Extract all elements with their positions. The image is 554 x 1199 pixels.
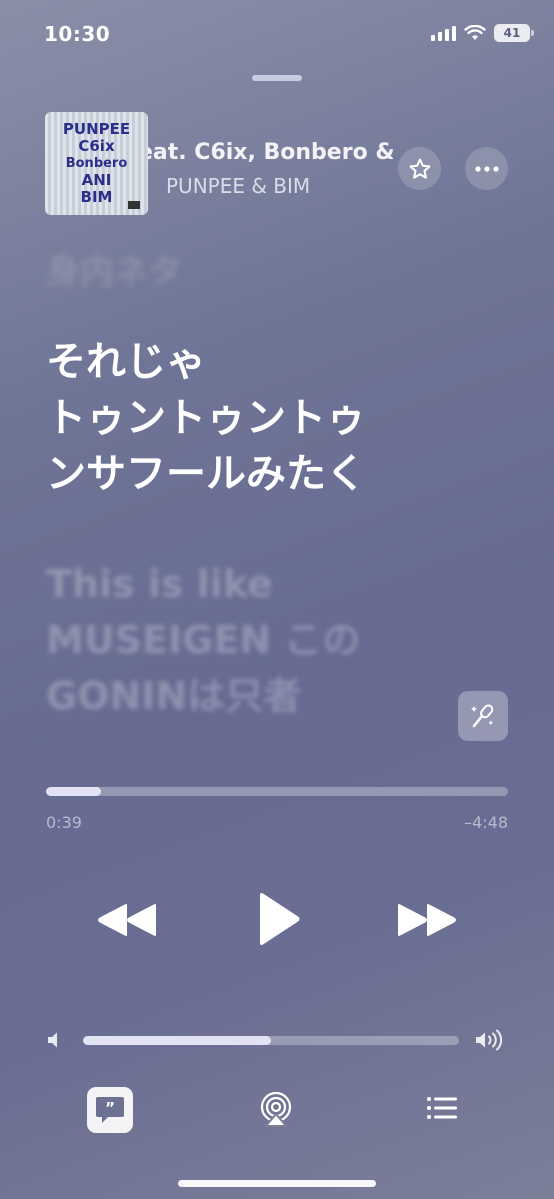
forward-icon [398, 904, 456, 936]
ellipsis-icon [474, 165, 499, 172]
artwork-text-line: PUNPEE [62, 120, 131, 138]
speaker-high-icon [476, 1029, 503, 1051]
elapsed-time: 0:39 [46, 813, 82, 832]
song-artist[interactable]: PUNPEE & BIM [166, 174, 310, 198]
airplay-button[interactable] [256, 1089, 296, 1129]
lyric-line: トゥントゥントゥ [46, 395, 366, 441]
artwork-text-line: ANI [81, 171, 112, 189]
parental-advisory-label [128, 201, 140, 209]
artwork-text-line: C6ix [78, 137, 115, 155]
next-lyric[interactable]: This is like MUSEIGEN この GONINは只者 [46, 556, 516, 724]
artwork-text-line: BIM [80, 188, 113, 206]
sheet-grabber[interactable] [252, 75, 302, 81]
lyric-line: MUSEIGEN この [46, 618, 361, 662]
svg-text:”: ” [105, 1099, 115, 1117]
wifi-icon [464, 25, 486, 40]
home-indicator[interactable] [178, 1180, 376, 1187]
artwork-text-line: Bonbero [65, 156, 128, 171]
playback-scrubber[interactable] [46, 787, 508, 796]
previous-lyric-line[interactable]: 身内ネタ [46, 244, 182, 293]
volume-slider[interactable] [83, 1036, 459, 1045]
list-icon [427, 1097, 457, 1119]
rewind-button[interactable] [92, 893, 162, 947]
lyrics-quote-icon: ” [96, 1097, 124, 1123]
status-icons: 41 [431, 24, 534, 42]
star-icon [409, 158, 430, 179]
album-artwork[interactable]: PUNPEE C6ix Bonbero ANI BIM [45, 112, 148, 215]
remaining-time: –4:48 [464, 813, 508, 832]
forward-button[interactable] [392, 893, 462, 947]
queue-button[interactable] [424, 1093, 460, 1123]
play-button[interactable] [248, 886, 308, 952]
rewind-icon [98, 904, 156, 936]
battery-icon: 41 [494, 24, 534, 42]
lyric-line: ンサフールみたく [46, 451, 366, 497]
favorite-button[interactable] [398, 147, 441, 190]
sing-button[interactable] [458, 691, 508, 741]
status-time: 10:30 [44, 22, 111, 46]
song-title-text: eat. C6ix, Bonbero & [148, 140, 393, 165]
play-icon [260, 893, 300, 945]
current-lyric[interactable]: それじゃ トゥントゥントゥ ンサフールみたく [46, 334, 516, 502]
more-button[interactable] [465, 147, 508, 190]
lyric-line: This is like [46, 562, 273, 606]
lyrics-button[interactable]: ” [87, 1087, 133, 1133]
song-title: eat. C6ix, Bonbero & [148, 140, 393, 165]
airplay-icon [260, 1091, 292, 1127]
lyric-line: GONINは只者 [46, 674, 302, 718]
playback-progress-fill [46, 787, 102, 796]
lyric-line: それじゃ [46, 339, 206, 385]
microphone-icon [471, 704, 494, 728]
speaker-low-icon [48, 1032, 57, 1048]
volume-fill [83, 1036, 271, 1045]
cellular-signal-icon [431, 25, 456, 41]
